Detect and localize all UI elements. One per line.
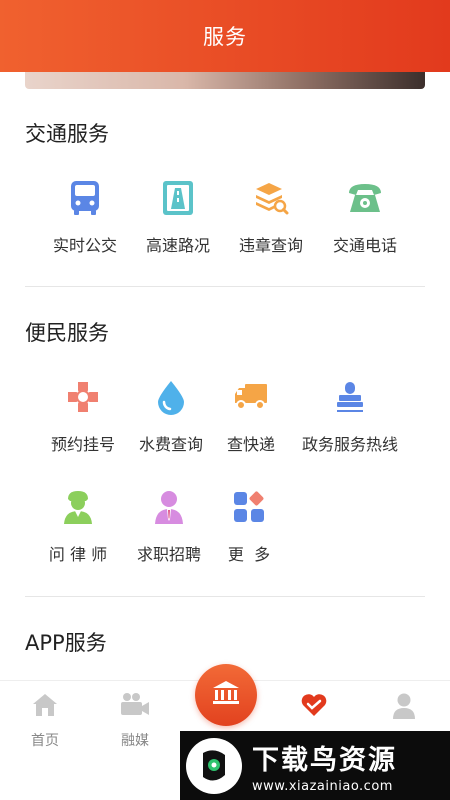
tab-service-center-button[interactable] [195,664,257,726]
convenience-item-appointment[interactable]: 预约挂号 [33,379,133,455]
home-icon [32,692,58,722]
heart-icon [300,692,328,722]
medical-cross-icon [65,379,101,415]
convenience-item-label: 水费查询 [138,435,203,454]
violation-search-icon [253,180,289,216]
highway-icon [160,180,196,216]
delivery-truck-icon [233,379,269,415]
convenience-item-more[interactable]: 更 多 [199,489,299,565]
watermark-title: 下载鸟资源 [252,744,397,776]
tab-media[interactable]: 融媒 [100,692,170,750]
tab-home[interactable]: 首页 [10,692,80,750]
convenience-item-express[interactable]: 查快递 [201,379,301,455]
convenience-item-label: 预约挂号 [50,435,115,454]
traffic-item-label: 交通电话 [332,236,397,255]
phone-icon [347,180,383,216]
tab-favorite[interactable] [279,692,349,722]
banner-image[interactable] [25,72,425,89]
traffic-item-bus[interactable]: 实时公交 [35,180,135,256]
convenience-item-label: 政务服务热线 [301,435,398,454]
traffic-item-label: 高速路况 [145,236,210,255]
bird-logo-icon [186,737,242,794]
app-section-title: APP服务 [25,631,107,655]
tab-label: 融媒 [121,733,149,749]
traffic-item-violation[interactable]: 违章查询 [221,180,321,256]
traffic-section-title: 交通服务 [25,122,109,146]
government-building-icon [212,680,240,710]
traffic-item-label: 违章查询 [238,236,303,255]
convenience-item-label: 更 多 [227,545,271,564]
traffic-item-phone[interactable]: 交通电话 [315,180,415,256]
job-seeker-icon [151,489,187,525]
traffic-item-highway[interactable]: 高速路况 [128,180,228,256]
page-title: 服务 [203,25,247,49]
water-drop-icon [153,379,189,415]
tab-label: 首页 [31,733,59,749]
convenience-item-hotline[interactable]: 政务服务热线 [300,379,400,455]
video-camera-icon [119,692,151,722]
section-divider [25,286,425,287]
traffic-item-label: 实时公交 [52,236,117,255]
convenience-item-label: 求职招聘 [136,545,201,564]
tab-profile[interactable] [369,692,439,724]
user-icon [392,692,416,724]
watermark-url: www.xiazainiao.com [252,778,393,794]
convenience-item-label: 查快递 [226,435,275,454]
more-grid-icon [231,489,267,525]
bus-icon [67,180,103,216]
lawyer-icon [60,489,96,525]
section-divider [25,596,425,597]
convenience-item-label: 问 律 师 [48,545,108,564]
convenience-item-lawyer[interactable]: 问 律 师 [28,489,128,565]
convenience-section-title: 便民服务 [25,321,109,345]
top-header: 服务 [0,0,450,72]
stamp-icon [332,379,368,415]
watermark-banner: 下载鸟资源 www.xiazainiao.com [180,731,450,800]
